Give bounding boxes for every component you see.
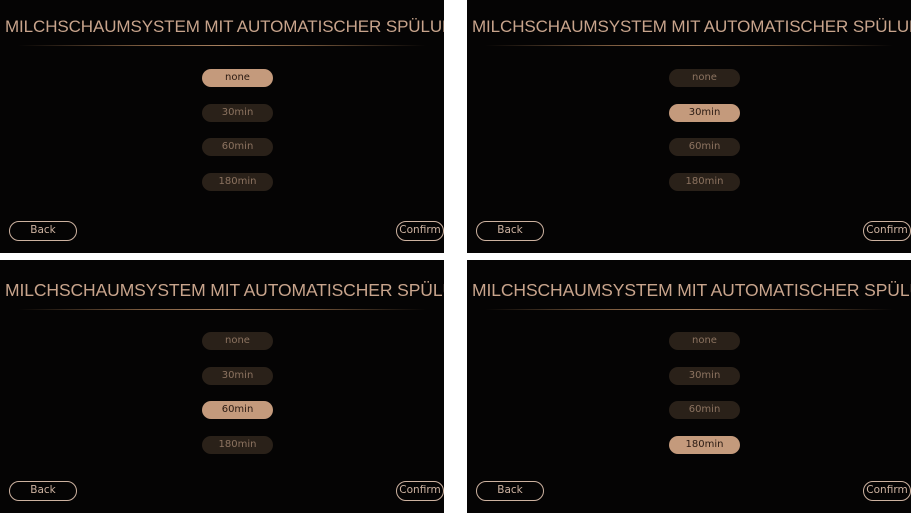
settings-screen-30min-selected: MILCHSCHAUMSYSTEM MIT AUTOMATISCHER SPÜL… (467, 0, 911, 253)
confirm-button[interactable]: Confirm (863, 481, 911, 501)
settings-screen-180min-selected: MILCHSCHAUMSYSTEM MIT AUTOMATISCHER SPÜL… (467, 260, 911, 513)
screen-title: MILCHSCHAUMSYSTEM MIT AUTOMATISCHER SPÜL… (472, 17, 911, 36)
title-divider (485, 309, 893, 310)
rinse-interval-options: none 30min 60min 180min (202, 69, 273, 207)
option-180min[interactable]: 180min (202, 172, 273, 191)
rinse-interval-options: none 30min 60min 180min (669, 69, 740, 207)
confirm-button[interactable]: Confirm (863, 221, 911, 241)
confirm-button[interactable]: Confirm (396, 221, 444, 241)
rinse-interval-options: none 30min 60min 180min (202, 332, 273, 470)
back-button[interactable]: Back (9, 221, 77, 241)
option-60min[interactable]: 60min (202, 401, 273, 419)
option-none[interactable]: none (202, 69, 273, 87)
option-180min[interactable]: 180min (669, 172, 740, 191)
title-divider (18, 45, 426, 46)
screen-title: MILCHSCHAUMSYSTEM MIT AUTOMATISCHER SPÜL… (5, 280, 444, 300)
screen-title: MILCHSCHAUMSYSTEM MIT AUTOMATISCHER SPÜL… (472, 280, 911, 300)
rinse-interval-options: none 30min 60min 180min (669, 332, 740, 470)
option-30min[interactable]: 30min (202, 366, 273, 385)
screen-title: MILCHSCHAUMSYSTEM MIT AUTOMATISCHER SPÜL… (5, 17, 444, 36)
option-30min[interactable]: 30min (669, 366, 740, 385)
back-button[interactable]: Back (9, 481, 77, 501)
option-none[interactable]: none (669, 69, 740, 87)
title-divider (18, 309, 426, 310)
option-none[interactable]: none (202, 332, 273, 350)
option-60min[interactable]: 60min (202, 138, 273, 156)
back-button[interactable]: Back (476, 481, 544, 501)
option-30min[interactable]: 30min (202, 103, 273, 122)
settings-screen-none-selected: MILCHSCHAUMSYSTEM MIT AUTOMATISCHER SPÜL… (0, 0, 444, 253)
option-60min[interactable]: 60min (669, 401, 740, 419)
option-60min[interactable]: 60min (669, 138, 740, 156)
option-180min[interactable]: 180min (669, 435, 740, 454)
option-none[interactable]: none (669, 332, 740, 350)
title-divider (485, 45, 893, 46)
settings-screen-60min-selected: MILCHSCHAUMSYSTEM MIT AUTOMATISCHER SPÜL… (0, 260, 444, 513)
option-180min[interactable]: 180min (202, 435, 273, 454)
confirm-button[interactable]: Confirm (396, 481, 444, 501)
option-30min[interactable]: 30min (669, 103, 740, 122)
back-button[interactable]: Back (476, 221, 544, 241)
